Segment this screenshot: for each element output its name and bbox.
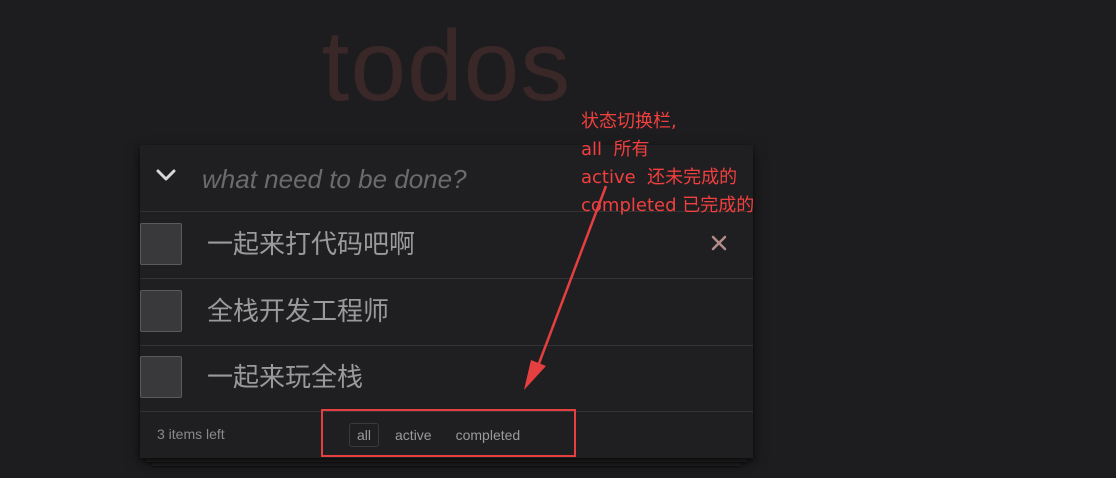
todo-item: 一起来玩全栈 — [140, 345, 753, 412]
filter-highlight-box — [321, 409, 576, 457]
todo-checkbox[interactable] — [140, 223, 182, 265]
todo-checkbox[interactable] — [140, 356, 182, 398]
stack-shadow-bottom — [152, 462, 741, 466]
annotation-line: 状态切换栏, — [581, 111, 677, 132]
app-title: todos — [321, 10, 572, 122]
annotation-line: completed 已完成的 — [581, 195, 755, 216]
items-left-count: 3 items left — [157, 426, 225, 442]
close-icon[interactable] — [708, 232, 730, 254]
todo-label[interactable]: 一起来打代码吧啊 — [207, 212, 415, 278]
annotation-line: active 还未完成的 — [581, 167, 738, 188]
todo-label[interactable]: 全栈开发工程师 — [207, 279, 389, 345]
annotation-line: all 所有 — [581, 139, 650, 160]
annotation-note: 状态切换栏, all 所有 active 还未完成的 completed 已完成… — [581, 108, 754, 220]
todo-item: 全栈开发工程师 — [140, 279, 753, 346]
todo-item: 一起来打代码吧啊 — [140, 212, 753, 279]
chevron-down-icon[interactable] — [154, 163, 178, 187]
todo-checkbox[interactable] — [140, 290, 182, 332]
stack-shadow-middle — [146, 458, 747, 462]
todo-label[interactable]: 一起来玩全栈 — [207, 345, 363, 411]
